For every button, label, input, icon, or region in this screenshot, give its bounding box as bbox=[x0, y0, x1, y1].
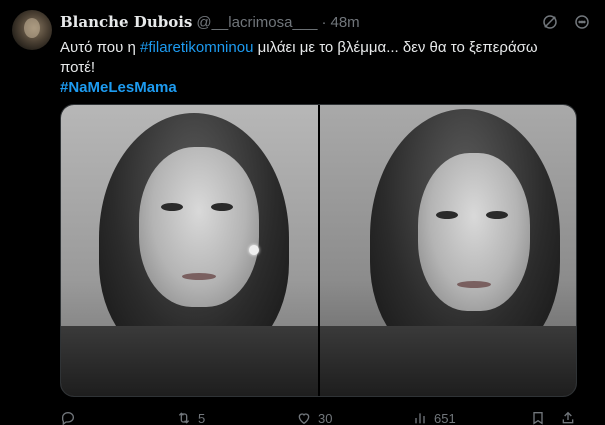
display-name[interactable]: Blanche Dubois bbox=[60, 13, 192, 31]
media-grid bbox=[60, 104, 577, 397]
like-button[interactable]: 30 bbox=[296, 410, 332, 425]
tweet-text-segment: Αυτό που η bbox=[60, 39, 141, 56]
more-options-icon[interactable] bbox=[573, 13, 591, 31]
retweet-button[interactable]: 5 bbox=[176, 410, 205, 425]
retweet-count: 5 bbox=[198, 410, 206, 425]
bookmark-icon bbox=[533, 412, 543, 425]
share-button[interactable] bbox=[560, 410, 576, 425]
timestamp[interactable]: 48m bbox=[330, 14, 359, 31]
separator-dot: · bbox=[321, 13, 327, 31]
hashtag-link[interactable]: #filaretikomninou bbox=[140, 39, 253, 56]
action-bar: 5 30 651 bbox=[60, 410, 580, 425]
like-count: 30 bbox=[318, 410, 333, 425]
reply-button[interactable] bbox=[60, 410, 82, 425]
views-button[interactable]: 651 bbox=[412, 410, 456, 425]
retweet-icon bbox=[178, 412, 190, 424]
user-handle[interactable]: @__lacrimosa___ bbox=[196, 14, 317, 31]
photo-left[interactable] bbox=[61, 105, 318, 396]
views-icon bbox=[415, 413, 425, 424]
tweet-header: Blanche Dubois @__lacrimosa___ · 48m bbox=[60, 12, 591, 32]
tweet-text-line: ποτέ! bbox=[60, 59, 96, 76]
grok-slash-icon[interactable] bbox=[541, 13, 559, 31]
views-count: 651 bbox=[434, 410, 456, 425]
bookmark-button[interactable] bbox=[530, 410, 546, 425]
photo-right[interactable] bbox=[319, 105, 576, 396]
tweet-text: Αυτό που η #filaretikomninou μιλάει με τ… bbox=[60, 38, 590, 98]
avatar[interactable] bbox=[12, 10, 52, 50]
heart-icon bbox=[298, 413, 310, 425]
reply-icon bbox=[62, 411, 75, 425]
hashtag-link[interactable]: #NaMeLesMama bbox=[60, 78, 590, 98]
share-icon bbox=[562, 411, 574, 424]
tweet-text-segment: μιλάει με το βλέμμα... δεν θα το ξεπεράσ… bbox=[253, 39, 538, 56]
